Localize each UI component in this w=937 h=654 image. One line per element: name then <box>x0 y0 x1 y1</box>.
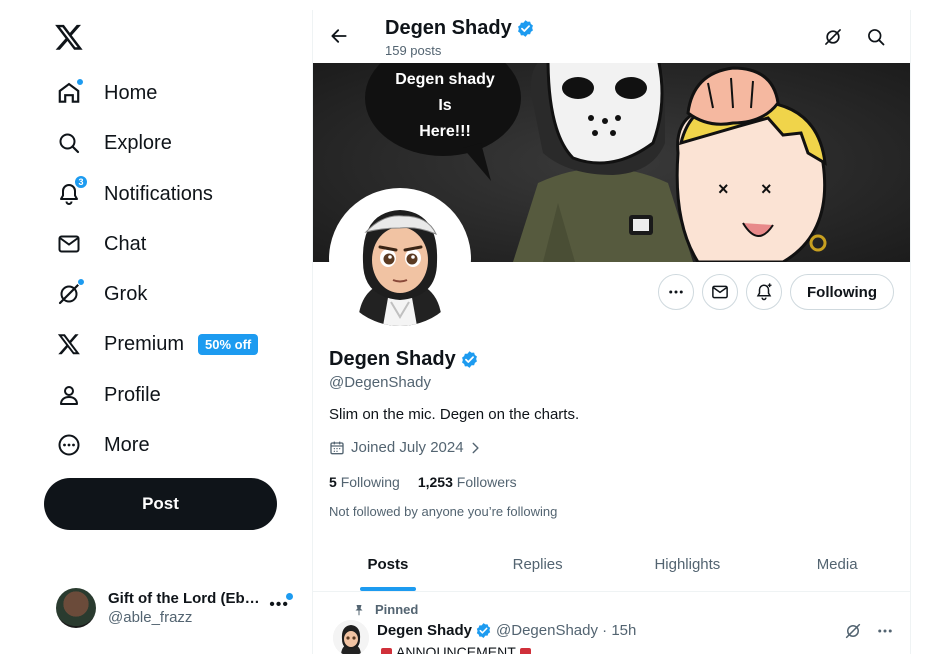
notification-dot <box>286 593 293 600</box>
nav-more-label: More <box>104 433 150 456</box>
followers-count: 1,253 <box>417 474 453 490</box>
nav-grok[interactable]: Grok <box>44 272 159 316</box>
nav-premium[interactable]: Premium 50% off <box>44 322 270 366</box>
profile-display-name: Degen Shady <box>329 348 456 370</box>
verified-badge-icon <box>517 20 533 37</box>
verified-badge-icon <box>476 623 491 638</box>
tweet-author-name[interactable]: Degen Shady <box>377 622 472 639</box>
notification-dot <box>77 278 85 286</box>
nav-grok-label: Grok <box>104 282 148 305</box>
tab-highlights[interactable]: Highlights <box>613 538 763 591</box>
search-icon[interactable] <box>866 27 886 47</box>
banner-speech-line: Is <box>438 97 452 114</box>
nav-chat[interactable]: Chat <box>44 222 158 266</box>
nav-more[interactable]: More <box>44 423 162 467</box>
nav-premium-label: Premium <box>104 332 185 355</box>
more-horizontal-icon[interactable] <box>876 622 894 640</box>
profile-actions: Following <box>658 274 894 310</box>
tweet-avatar-illustration <box>333 620 369 654</box>
pinned-text: Pinned <box>375 602 419 617</box>
notify-button[interactable] <box>746 274 783 310</box>
bell-icon: 3 <box>56 175 88 207</box>
notifications-count-badge: 3 <box>74 175 88 189</box>
tab-posts[interactable]: Posts <box>313 538 463 591</box>
alarm-emoji-icon <box>519 647 531 654</box>
nav-home[interactable]: Home <box>44 71 169 115</box>
mail-icon <box>56 231 82 257</box>
message-button[interactable] <box>702 274 739 310</box>
grok-icon <box>56 278 85 307</box>
header-post-count: 159 posts <box>385 43 442 58</box>
post-button[interactable]: Post <box>44 478 277 530</box>
more-circle-icon <box>56 432 82 458</box>
search-icon <box>56 130 82 156</box>
nav-notifications-label: Notifications <box>104 182 213 205</box>
more-options-button[interactable] <box>658 274 695 310</box>
account-handle: @able_frazz <box>108 609 193 626</box>
nav-notifications[interactable]: 3 Notifications <box>44 172 225 216</box>
header-title: Degen Shady <box>385 17 535 40</box>
tweet-text: ANNOUNCEMENT <box>396 644 516 654</box>
grok-icon[interactable] <box>823 27 843 47</box>
following-button[interactable]: Following <box>790 274 894 310</box>
account-name: Gift of the Lord (Eb… <box>108 590 260 607</box>
back-arrow-icon[interactable] <box>329 26 349 46</box>
followed-by-note: Not followed by anyone you’re following <box>329 504 558 519</box>
following-link[interactable]: 5 Following <box>329 474 400 490</box>
tweet-author-avatar[interactable] <box>333 620 369 654</box>
profile-tabs: Posts Replies Highlights Media <box>313 538 910 592</box>
profile-avatar[interactable] <box>329 188 471 330</box>
profile-joined[interactable]: Joined July 2024 <box>329 439 488 456</box>
followers-label: Followers <box>456 474 517 490</box>
profile-handle: @DegenShady <box>329 374 431 391</box>
grok-icon[interactable] <box>844 622 862 640</box>
header-name: Degen Shady <box>385 17 512 39</box>
account-avatar <box>56 588 96 628</box>
tweet-actions <box>844 622 894 640</box>
following-count: 5 <box>329 474 337 490</box>
left-sidebar: Home Explore 3 Notifications Chat Grok P… <box>0 0 312 654</box>
profile-column: Degen Shady 159 posts × × Degen shady Is… <box>312 10 911 654</box>
calendar-icon <box>330 441 344 454</box>
profile-stats: 5 Following 1,253 Followers <box>329 474 517 490</box>
chevron-right-icon <box>472 442 479 453</box>
bell-plus-icon <box>756 283 772 301</box>
nav-explore-label: Explore <box>104 131 172 154</box>
tab-media[interactable]: Media <box>762 538 910 591</box>
following-label: Following <box>340 474 400 490</box>
svg-text:×: × <box>718 179 729 199</box>
svg-text:×: × <box>761 179 772 199</box>
profile-name: Degen Shady <box>329 348 479 371</box>
pinned-label: Pinned <box>353 602 418 617</box>
avatar-illustration <box>333 192 467 326</box>
account-switcher[interactable]: Gift of the Lord (Eb… @able_frazz ••• <box>56 586 301 630</box>
alarm-emoji-icon <box>381 647 392 654</box>
nav-profile[interactable]: Profile <box>44 373 173 417</box>
x-logo-icon[interactable] <box>54 22 84 52</box>
banner-speech-line: Degen shady <box>395 71 495 88</box>
pin-icon <box>355 604 363 615</box>
banner-speech-bubble: Degen shady Is Here!!! <box>375 67 515 145</box>
nav-chat-label: Chat <box>104 232 147 255</box>
verified-badge-icon[interactable] <box>460 350 479 369</box>
profile-bio: Slim on the mic. Degen on the charts. <box>329 406 580 423</box>
tab-replies[interactable]: Replies <box>463 538 613 591</box>
nav-home-label: Home <box>104 81 158 104</box>
joined-date: Joined July 2024 <box>351 439 464 456</box>
tweet-header: Degen Shady @DegenShady · 15h <box>377 622 636 639</box>
tweet-body: ANNOUNCEMENT <box>377 644 535 654</box>
premium-discount-badge: 50% off <box>198 333 259 355</box>
profile-header-bar: Degen Shady 159 posts <box>313 10 910 63</box>
x-logo-icon <box>56 331 82 357</box>
person-icon <box>56 382 82 408</box>
nav-profile-label: Profile <box>104 383 161 406</box>
tweet-handle-time[interactable]: @DegenShady · 15h <box>496 622 636 639</box>
notification-dot <box>76 78 84 86</box>
mail-icon <box>712 285 728 299</box>
nav-explore[interactable]: Explore <box>44 121 184 165</box>
banner-speech-line: Here!!! <box>419 123 471 140</box>
followers-link[interactable]: 1,253 Followers <box>418 474 517 490</box>
home-icon <box>56 78 84 106</box>
more-horizontal-icon <box>669 290 683 294</box>
